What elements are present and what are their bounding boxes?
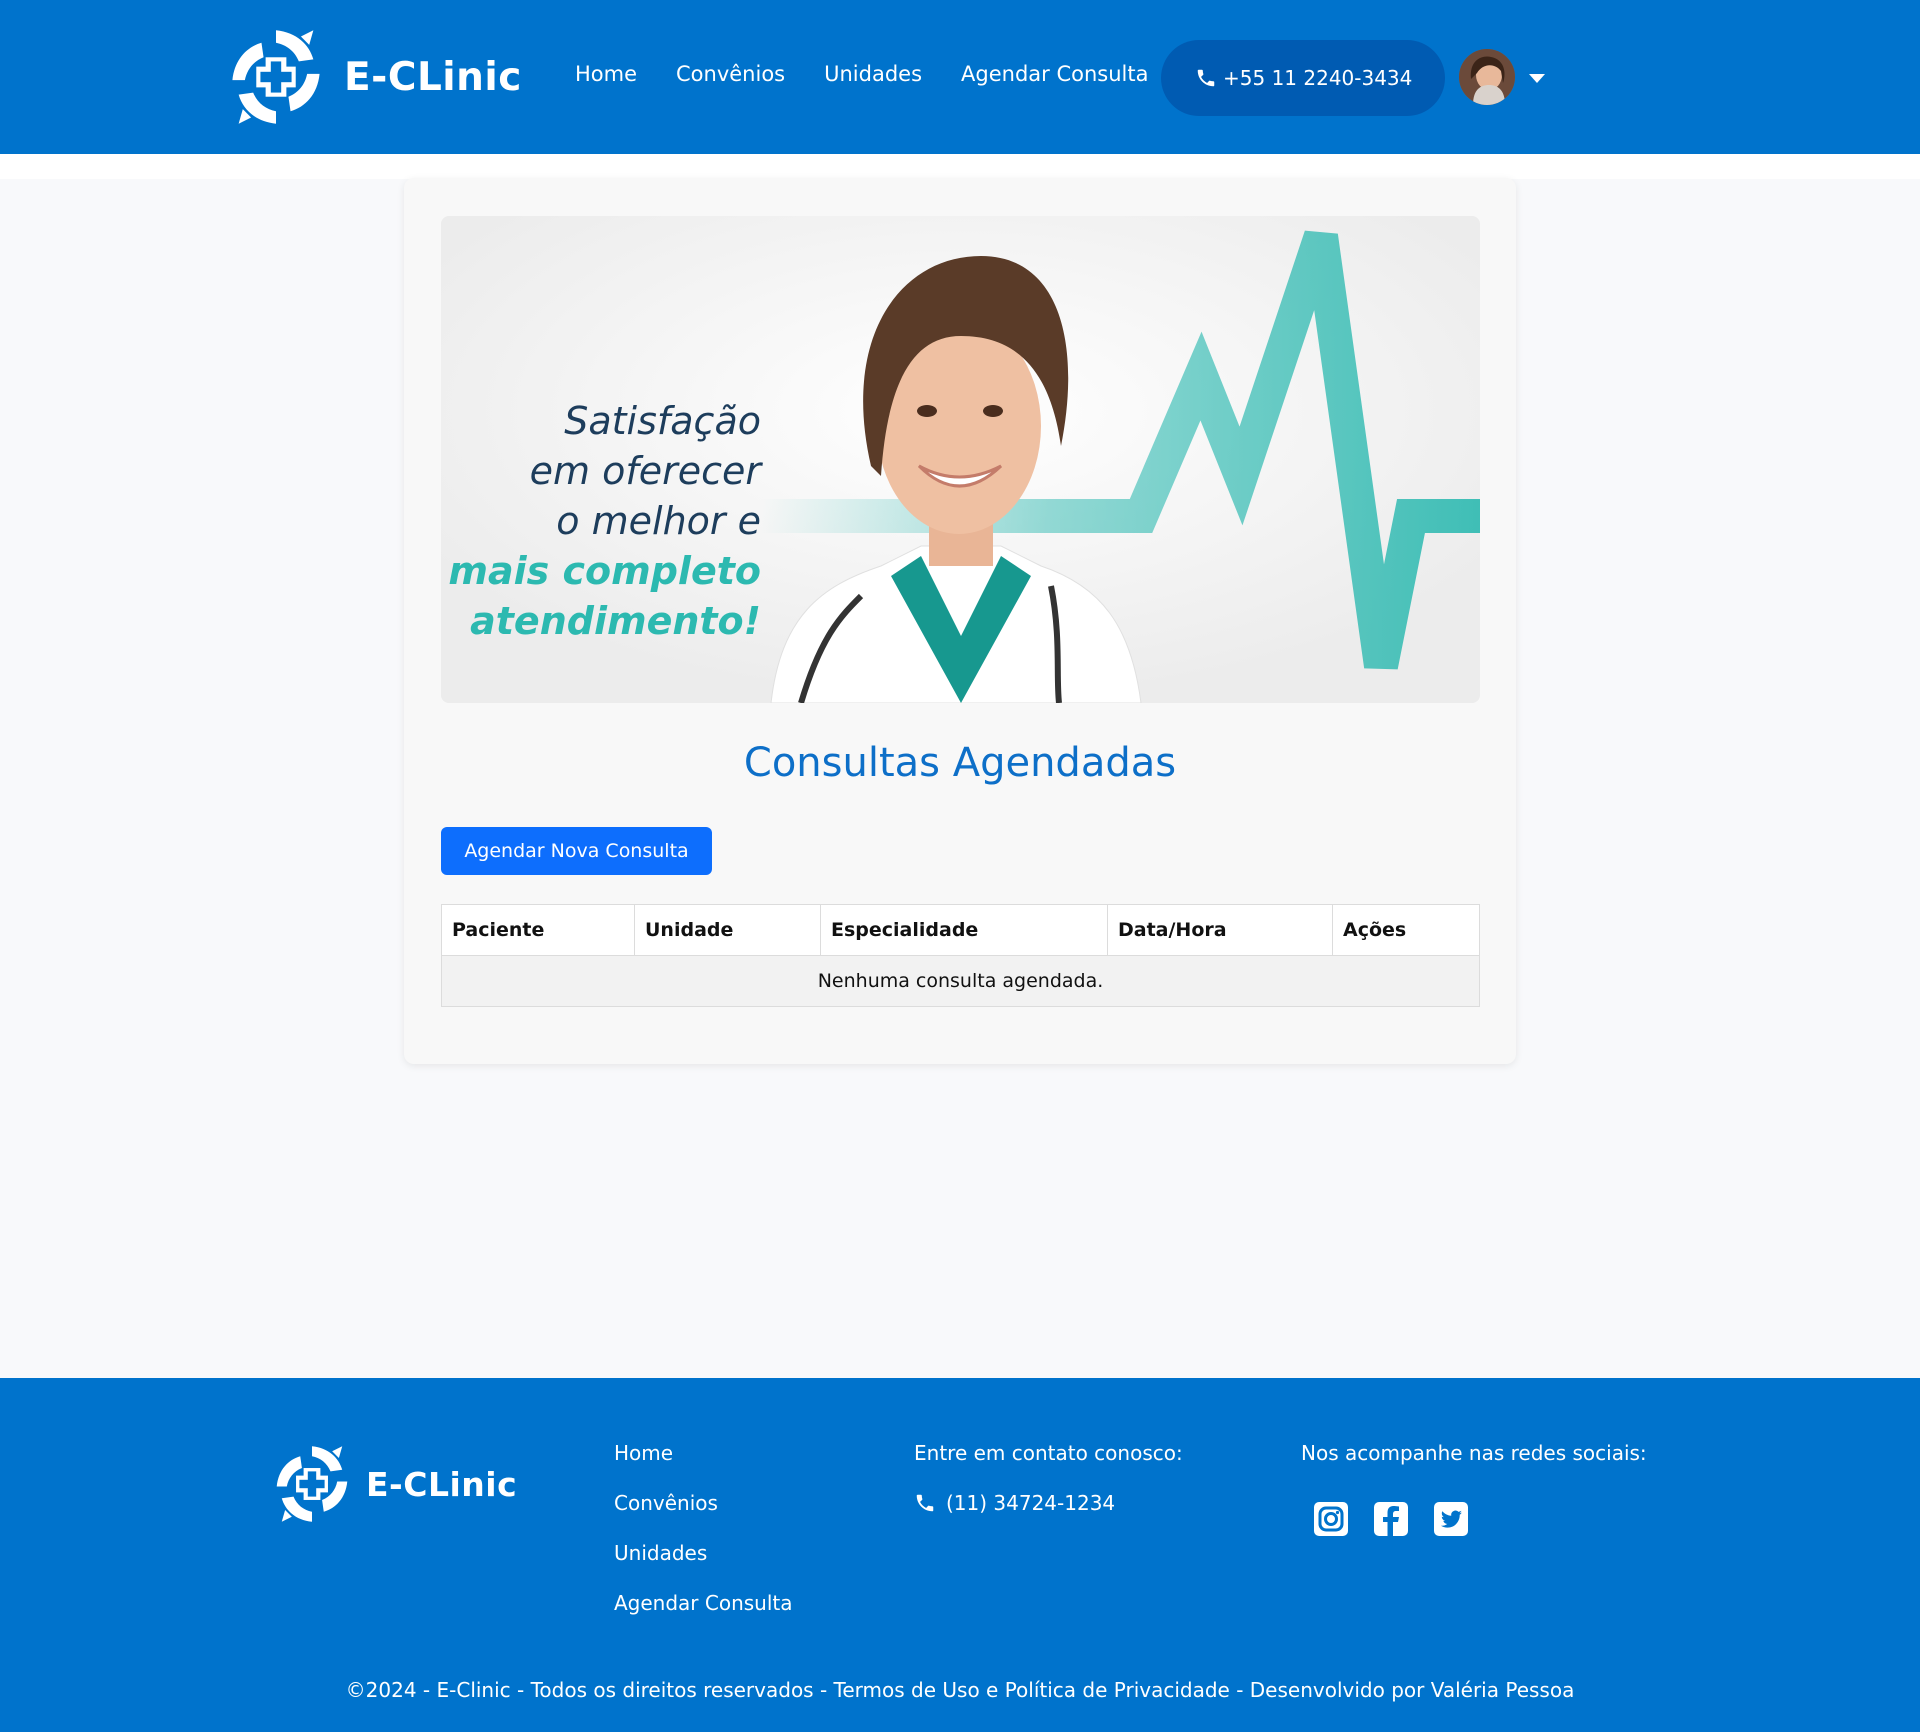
phone-number: +55 11 2240-3434	[1223, 66, 1413, 90]
banner-line: em oferecer	[529, 449, 761, 493]
new-appointment-button[interactable]: Agendar Nova Consulta	[441, 827, 712, 875]
footer-contact: Entre em contato conosco: (11) 34724-123…	[914, 1441, 1183, 1515]
site-footer: E-CLinic Home Convênios Unidades Agendar…	[0, 1378, 1920, 1732]
facebook-icon[interactable]	[1373, 1501, 1409, 1537]
contact-phone: (11) 34724-1234	[946, 1491, 1116, 1515]
column-header-acoes: Ações	[1332, 904, 1480, 956]
column-header-unidade: Unidade	[634, 904, 821, 956]
phone-icon	[1197, 69, 1215, 87]
footer-social: Nos acompanhe nas redes sociais:	[1301, 1441, 1647, 1537]
table-header-row: Paciente Unidade Especialidade Data/Hora…	[441, 904, 1480, 956]
phone-button[interactable]: +55 11 2240-3434	[1161, 40, 1445, 116]
twitter-icon[interactable]	[1433, 1501, 1469, 1537]
column-header-paciente: Paciente	[441, 904, 635, 956]
footer-link-convenios[interactable]: Convênios	[614, 1491, 793, 1541]
contact-title: Entre em contato conosco:	[914, 1441, 1183, 1465]
header-divider	[0, 154, 1920, 179]
footer-brand-name: E-CLinic	[366, 1464, 518, 1504]
social-icons	[1313, 1501, 1647, 1537]
chevron-down-icon[interactable]	[1526, 67, 1548, 89]
hero-banner: Satisfação em oferecer o melhor e mais c…	[441, 216, 1480, 703]
footer-link-unidades[interactable]: Unidades	[614, 1541, 793, 1591]
banner-line: Satisfação	[564, 399, 761, 443]
footer-logo[interactable]: E-CLinic	[270, 1438, 517, 1530]
empty-table-message: Nenhuma consulta agendada.	[441, 955, 1480, 1007]
header-logo[interactable]: E-CLinic	[224, 22, 522, 132]
nav-home[interactable]: Home	[575, 62, 637, 86]
nav-convenios[interactable]: Convênios	[676, 62, 785, 86]
user-avatar[interactable]	[1459, 49, 1515, 105]
social-title: Nos acompanhe nas redes sociais:	[1301, 1441, 1647, 1465]
brand-name: E-CLinic	[344, 54, 522, 100]
banner-highlight-line: mais completo	[448, 549, 761, 593]
site-header: E-CLinic Home Convênios Unidades Agendar…	[0, 0, 1920, 154]
phone-icon	[916, 1494, 934, 1512]
footer-nav: Home Convênios Unidades Agendar Consulta	[614, 1441, 793, 1641]
contact-phone-row[interactable]: (11) 34724-1234	[914, 1491, 1183, 1515]
nav-unidades[interactable]: Unidades	[824, 62, 922, 86]
avatar-photo	[1459, 49, 1515, 105]
banner-line: o melhor e	[556, 499, 761, 543]
main-nav: Home Convênios Unidades Agendar Consulta	[575, 62, 1187, 86]
page-title: Consultas Agendadas	[743, 740, 1177, 786]
column-header-especialidade: Especialidade	[820, 904, 1108, 956]
banner-highlight-line: atendimento!	[470, 599, 761, 643]
footer-link-agendar-consulta[interactable]: Agendar Consulta	[614, 1591, 793, 1641]
clinic-logo-icon	[276, 1446, 348, 1522]
footer-link-home[interactable]: Home	[614, 1441, 793, 1491]
appointments-table: Paciente Unidade Especialidade Data/Hora…	[441, 904, 1480, 1007]
content-card: Satisfação em oferecer o melhor e mais c…	[404, 178, 1516, 1064]
copyright-text: ©2024 - E-Clinic - Todos os direitos res…	[345, 1678, 1575, 1702]
nav-agendar-consulta[interactable]: Agendar Consulta	[961, 62, 1148, 86]
column-header-data-hora: Data/Hora	[1107, 904, 1333, 956]
table-row: Nenhuma consulta agendada.	[441, 955, 1480, 1007]
clinic-logo-icon	[232, 30, 320, 124]
banner-slogan: Satisfação em oferecer o melhor e mais c…	[448, 396, 761, 646]
instagram-icon[interactable]	[1313, 1501, 1349, 1537]
